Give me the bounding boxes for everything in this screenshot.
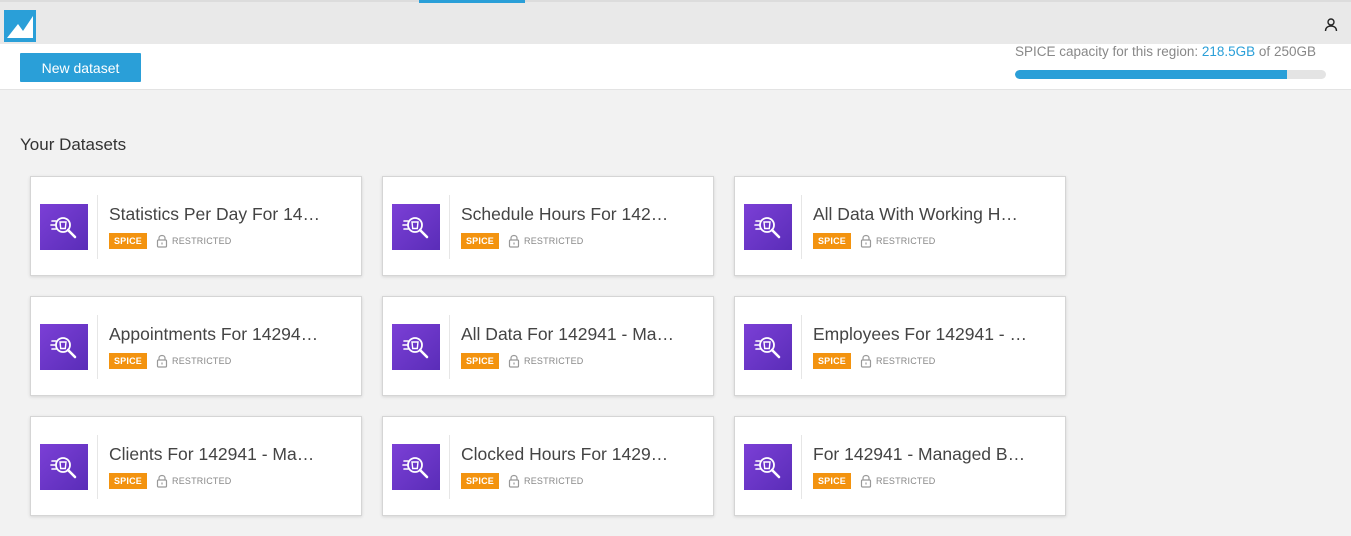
- card-divider: [801, 315, 802, 379]
- dataset-card[interactable]: Schedule Hours For 142… SPICE RESTRICTED: [382, 176, 714, 276]
- dataset-meta: SPICE RESTRICTED: [461, 353, 584, 369]
- dataset-icon: [392, 204, 440, 250]
- lock-icon: [859, 234, 873, 248]
- dataset-meta: SPICE RESTRICTED: [109, 353, 232, 369]
- card-divider: [449, 315, 450, 379]
- dataset-meta: SPICE RESTRICTED: [813, 353, 936, 369]
- dataset-icon: [40, 204, 88, 250]
- dataset-icon: [392, 324, 440, 370]
- card-divider: [449, 435, 450, 499]
- dataset-title: Appointments For 14294…: [109, 324, 319, 344]
- top-bar: [0, 0, 1351, 44]
- card-divider: [97, 195, 98, 259]
- spice-badge: SPICE: [461, 233, 499, 249]
- spice-badge: SPICE: [813, 353, 851, 369]
- card-divider: [97, 315, 98, 379]
- dataset-meta: SPICE RESTRICTED: [461, 233, 584, 249]
- dataset-icon: [392, 444, 440, 490]
- card-divider: [97, 435, 98, 499]
- dataset-card[interactable]: For 142941 - Managed B… SPICE RESTRICTED: [734, 416, 1066, 516]
- dataset-meta: SPICE RESTRICTED: [813, 233, 936, 249]
- spice-badge: SPICE: [109, 473, 147, 489]
- spice-badge: SPICE: [461, 473, 499, 489]
- spice-capacity-label: SPICE capacity for this region:: [1015, 44, 1199, 59]
- spice-badge: SPICE: [813, 233, 851, 249]
- dataset-icon: [744, 324, 792, 370]
- access-label: RESTRICTED: [876, 356, 936, 366]
- spice-badge: SPICE: [813, 473, 851, 489]
- dataset-title: Employees For 142941 - …: [813, 324, 1027, 344]
- dataset-title: For 142941 - Managed B…: [813, 444, 1026, 464]
- access-label: RESTRICTED: [172, 476, 232, 486]
- quicksight-logo-icon[interactable]: [4, 10, 36, 42]
- dataset-meta: SPICE RESTRICTED: [109, 473, 232, 489]
- card-divider: [801, 435, 802, 499]
- lock-icon: [507, 234, 521, 248]
- spice-capacity: SPICE capacity for this region: 218.5GB …: [1015, 44, 1327, 79]
- card-divider: [449, 195, 450, 259]
- new-dataset-button[interactable]: New dataset: [20, 53, 141, 82]
- dataset-card[interactable]: Appointments For 14294… SPICE RESTRICTED: [30, 296, 362, 396]
- spice-of-text: of: [1258, 44, 1271, 59]
- section-title: Your Datasets: [20, 135, 127, 154]
- spice-used-value: 218.5GB: [1201, 44, 1256, 59]
- dataset-title: Clients For 142941 - Ma…: [109, 444, 315, 464]
- access-label: RESTRICTED: [524, 236, 584, 246]
- access-label: RESTRICTED: [876, 476, 936, 486]
- spice-total-value: 250GB: [1273, 44, 1316, 59]
- access-label: RESTRICTED: [172, 236, 232, 246]
- datasets-toolbar: New dataset SPICE capacity for this regi…: [0, 44, 1351, 90]
- lock-icon: [859, 354, 873, 368]
- dataset-card[interactable]: All Data For 142941 - Ma… SPICE RESTRICT…: [382, 296, 714, 396]
- dataset-title: Schedule Hours For 142…: [461, 204, 669, 224]
- dataset-meta: SPICE RESTRICTED: [813, 473, 936, 489]
- dataset-icon: [744, 444, 792, 490]
- lock-icon: [507, 354, 521, 368]
- spice-capacity-bar: [1015, 70, 1326, 79]
- dataset-title: Statistics Per Day For 14…: [109, 204, 321, 224]
- spice-capacity-text: SPICE capacity for this region: 218.5GB …: [1015, 44, 1327, 59]
- spice-badge: SPICE: [109, 233, 147, 249]
- dataset-title: All Data With Working H…: [813, 204, 1018, 224]
- dataset-card[interactable]: Clients For 142941 - Ma… SPICE RESTRICTE…: [30, 416, 362, 516]
- dataset-title: Clocked Hours For 1429…: [461, 444, 669, 464]
- lock-icon: [155, 234, 169, 248]
- dataset-card[interactable]: Clocked Hours For 1429… SPICE RESTRICTED: [382, 416, 714, 516]
- dataset-meta: SPICE RESTRICTED: [461, 473, 584, 489]
- dataset-icon: [40, 444, 88, 490]
- spice-badge: SPICE: [109, 353, 147, 369]
- dataset-card[interactable]: Statistics Per Day For 14… SPICE RESTRIC…: [30, 176, 362, 276]
- access-label: RESTRICTED: [876, 236, 936, 246]
- dataset-title: All Data For 142941 - Ma…: [461, 324, 675, 344]
- dataset-icon: [40, 324, 88, 370]
- lock-icon: [155, 474, 169, 488]
- dataset-card[interactable]: All Data With Working H… SPICE RESTRICTE…: [734, 176, 1066, 276]
- access-label: RESTRICTED: [524, 476, 584, 486]
- lock-icon: [507, 474, 521, 488]
- dataset-icon: [744, 204, 792, 250]
- lock-icon: [155, 354, 169, 368]
- lock-icon: [859, 474, 873, 488]
- active-tab-indicator: [419, 0, 525, 3]
- spice-badge: SPICE: [461, 353, 499, 369]
- access-label: RESTRICTED: [172, 356, 232, 366]
- user-icon[interactable]: [1322, 16, 1340, 34]
- spice-capacity-bar-fill: [1015, 70, 1287, 79]
- card-divider: [801, 195, 802, 259]
- dataset-meta: SPICE RESTRICTED: [109, 233, 232, 249]
- dataset-card[interactable]: Employees For 142941 - … SPICE RESTRICTE…: [734, 296, 1066, 396]
- access-label: RESTRICTED: [524, 356, 584, 366]
